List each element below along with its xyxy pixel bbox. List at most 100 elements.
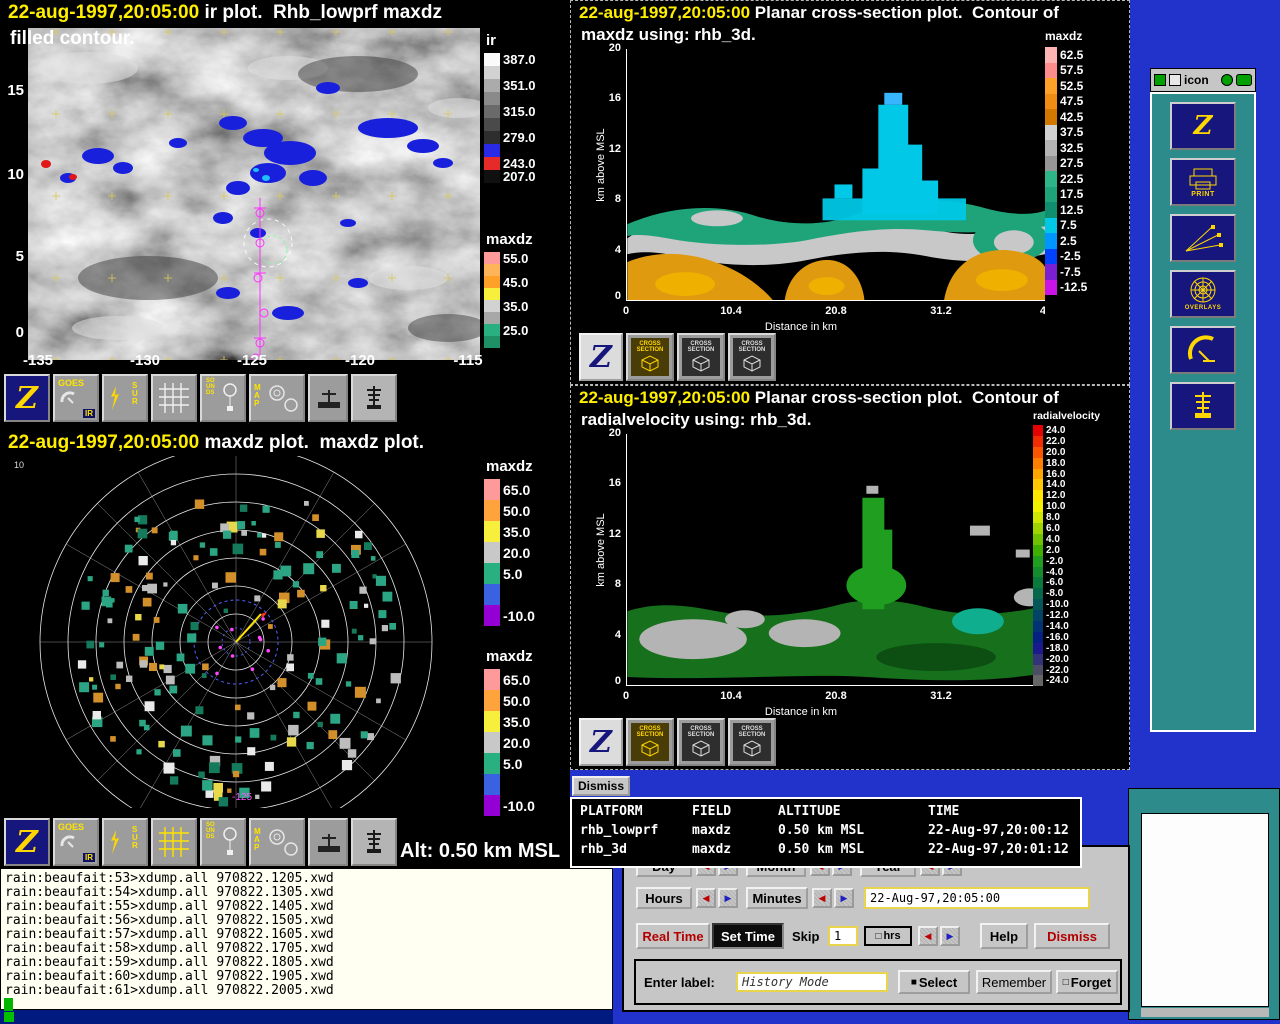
label-input[interactable]: History Mode <box>736 972 888 992</box>
cross-section-icon-3[interactable]: CROSS SECTION <box>728 333 776 381</box>
ship-icon[interactable] <box>308 374 348 422</box>
colorbar-swatch <box>1033 534 1043 545</box>
stepper-right-icon[interactable]: ▶ <box>718 888 738 908</box>
forget-button[interactable]: □Forget <box>1056 970 1118 994</box>
map-icon[interactable]: MAP <box>249 374 305 422</box>
real-time-button[interactable]: Real Time <box>636 923 710 949</box>
soundings-icon[interactable]: SOUNDS <box>200 374 246 422</box>
cell-altitude: 0.50 km MSL <box>778 821 928 840</box>
colorbar-entry: 50.0 <box>484 690 570 711</box>
cross-section-icon-2[interactable]: CROSS SECTION <box>677 333 725 381</box>
colorbar-entry: 2.0 <box>1033 545 1129 556</box>
table-dismiss-button[interactable]: Dismiss <box>572 776 630 796</box>
map-icon[interactable]: MAP <box>249 818 305 866</box>
dismiss-button[interactable]: Dismiss <box>1034 923 1110 949</box>
colorbar-entry: 24.0 <box>1033 425 1129 436</box>
stepper-left-icon[interactable]: ◀ <box>918 926 938 946</box>
table-row[interactable]: rhb_3d maxdz 0.50 km MSL 22-Aug-97,20:01… <box>580 840 1072 859</box>
radar-dish-icon[interactable] <box>1170 326 1236 374</box>
hrs-checkbox[interactable]: □hrs <box>864 926 912 946</box>
zebra-logo-icon[interactable]: Z <box>579 333 623 381</box>
stepper-left-icon[interactable]: ◀ <box>812 888 832 908</box>
ytick: 4 <box>599 244 621 256</box>
remember-button[interactable]: Remember <box>976 970 1052 994</box>
colorbar-entry: 18.0 <box>1033 458 1129 469</box>
enter-label-text: Enter label: <box>644 975 715 990</box>
zebra-logo-icon[interactable]: Z <box>4 374 50 422</box>
colorbar-swatch <box>1045 187 1057 203</box>
colorbar-entry: 50.0 <box>484 500 570 521</box>
colorbar-entry: -10.0 <box>484 795 570 816</box>
soundings-icon[interactable]: SOUNDS <box>200 818 246 866</box>
colorbar-label: 65.0 <box>503 672 530 688</box>
cross-section-icon-2[interactable]: CROSS SECTION <box>677 718 725 766</box>
table-row[interactable]: rhb_lowprf maxdz 0.50 km MSL 22-Aug-97,2… <box>580 821 1072 840</box>
stepper-right-icon[interactable]: ▶ <box>834 888 854 908</box>
window-menu-icon[interactable] <box>1154 74 1166 86</box>
minutes-button[interactable]: Minutes <box>746 887 808 909</box>
checkbox-icon: □ <box>875 931 881 942</box>
xsec-plot-frame <box>626 434 1046 686</box>
web-glyph <box>1188 277 1218 305</box>
colorbar-entry: 45.0 <box>484 276 570 288</box>
surface-icon[interactable]: SUR <box>102 818 148 866</box>
colorbar-label: 20.0 <box>1046 447 1065 458</box>
stepper-left-icon[interactable]: ◀ <box>696 888 716 908</box>
window-button-icon[interactable] <box>1169 74 1181 86</box>
zebra-logo-icon[interactable]: Z <box>579 718 623 766</box>
colorbar-entry: 20.0 <box>484 732 570 753</box>
antenna-icon[interactable] <box>351 818 397 866</box>
set-time-button[interactable]: Set Time <box>712 923 784 949</box>
checkbox-icon: ■ <box>911 977 917 988</box>
colorbar-entry: 25.0 <box>484 324 570 336</box>
icon-palette: Z PRINT OVERLAYS <box>1150 92 1256 732</box>
select-label: Select <box>919 975 957 990</box>
antenna-icon[interactable] <box>1170 382 1236 430</box>
xsec-plot-frame <box>626 49 1046 301</box>
x-axis-label: Distance in km <box>721 706 881 718</box>
time-display-field[interactable]: 22-Aug-97,20:05:00 <box>864 887 1090 909</box>
colorbar-label: -18.0 <box>1046 643 1069 654</box>
cross-section-icon-1[interactable]: CROSS SECTION <box>626 718 674 766</box>
grid-icon[interactable] <box>151 818 197 866</box>
hours-button[interactable]: Hours <box>636 887 692 909</box>
colorbar-swatch <box>484 479 500 500</box>
sweep-icon[interactable] <box>1170 214 1236 262</box>
goes-ir-icon[interactable]: GOES IR <box>53 818 99 866</box>
xsec-colorbar: radialvelocity 24.022.020.018.016.014.01… <box>1033 410 1129 710</box>
colorbar-swatch <box>484 521 500 542</box>
ship-icon[interactable] <box>308 818 348 866</box>
surface-icon[interactable]: SUR <box>102 374 148 422</box>
icon-palette-titlebar[interactable]: icon <box>1150 68 1256 92</box>
overlays-icon[interactable]: OVERLAYS <box>1170 270 1236 318</box>
zebra-logo-icon[interactable]: Z <box>4 818 50 866</box>
cell-altitude: 0.50 km MSL <box>778 840 928 859</box>
cross-section-icon-3[interactable]: CROSS SECTION <box>728 718 776 766</box>
colorbar-swatch <box>484 264 500 276</box>
skip-value-field[interactable]: 1 <box>828 926 858 946</box>
stepper-right-icon[interactable]: ▶ <box>940 926 960 946</box>
side-window[interactable] <box>1128 788 1280 1020</box>
colorbar-swatch <box>1045 233 1057 249</box>
skip-label: Skip <box>792 929 819 944</box>
checkbox-icon: □ <box>1063 977 1069 988</box>
antenna-icon[interactable] <box>351 374 397 422</box>
colorbar-label: -16.0 <box>1046 632 1069 643</box>
colorbar-entry: 351.0 <box>484 79 570 92</box>
colorbar-entry: 4.0 <box>1033 534 1129 545</box>
grid-icon[interactable] <box>151 374 197 422</box>
help-button[interactable]: Help <box>980 923 1028 949</box>
colorbar-label: 25.0 <box>503 323 528 338</box>
window-iconify-icon[interactable] <box>1221 74 1233 86</box>
window-maximize-icon[interactable] <box>1236 74 1252 86</box>
colorbar-label: 17.5 <box>1060 187 1083 201</box>
print-icon[interactable]: PRINT <box>1170 158 1236 206</box>
zebra-logo-icon[interactable]: Z <box>1170 102 1236 150</box>
cross-section-icon-1[interactable]: CROSS SECTION <box>626 333 674 381</box>
select-button[interactable]: ■Select <box>898 970 970 994</box>
ir-plot-panel: 22-aug-1997,20:05:00 ir plot. Rhb_lowprf… <box>0 0 570 430</box>
colorbar-entry: 35.0 <box>484 711 570 732</box>
xterm-window[interactable]: rain:beaufait:53>xdump.all 970822.1205.x… <box>0 868 613 1010</box>
goes-ir-icon[interactable]: GOES IR <box>53 374 99 422</box>
colorbar-entry: -14.0 <box>1033 621 1129 632</box>
